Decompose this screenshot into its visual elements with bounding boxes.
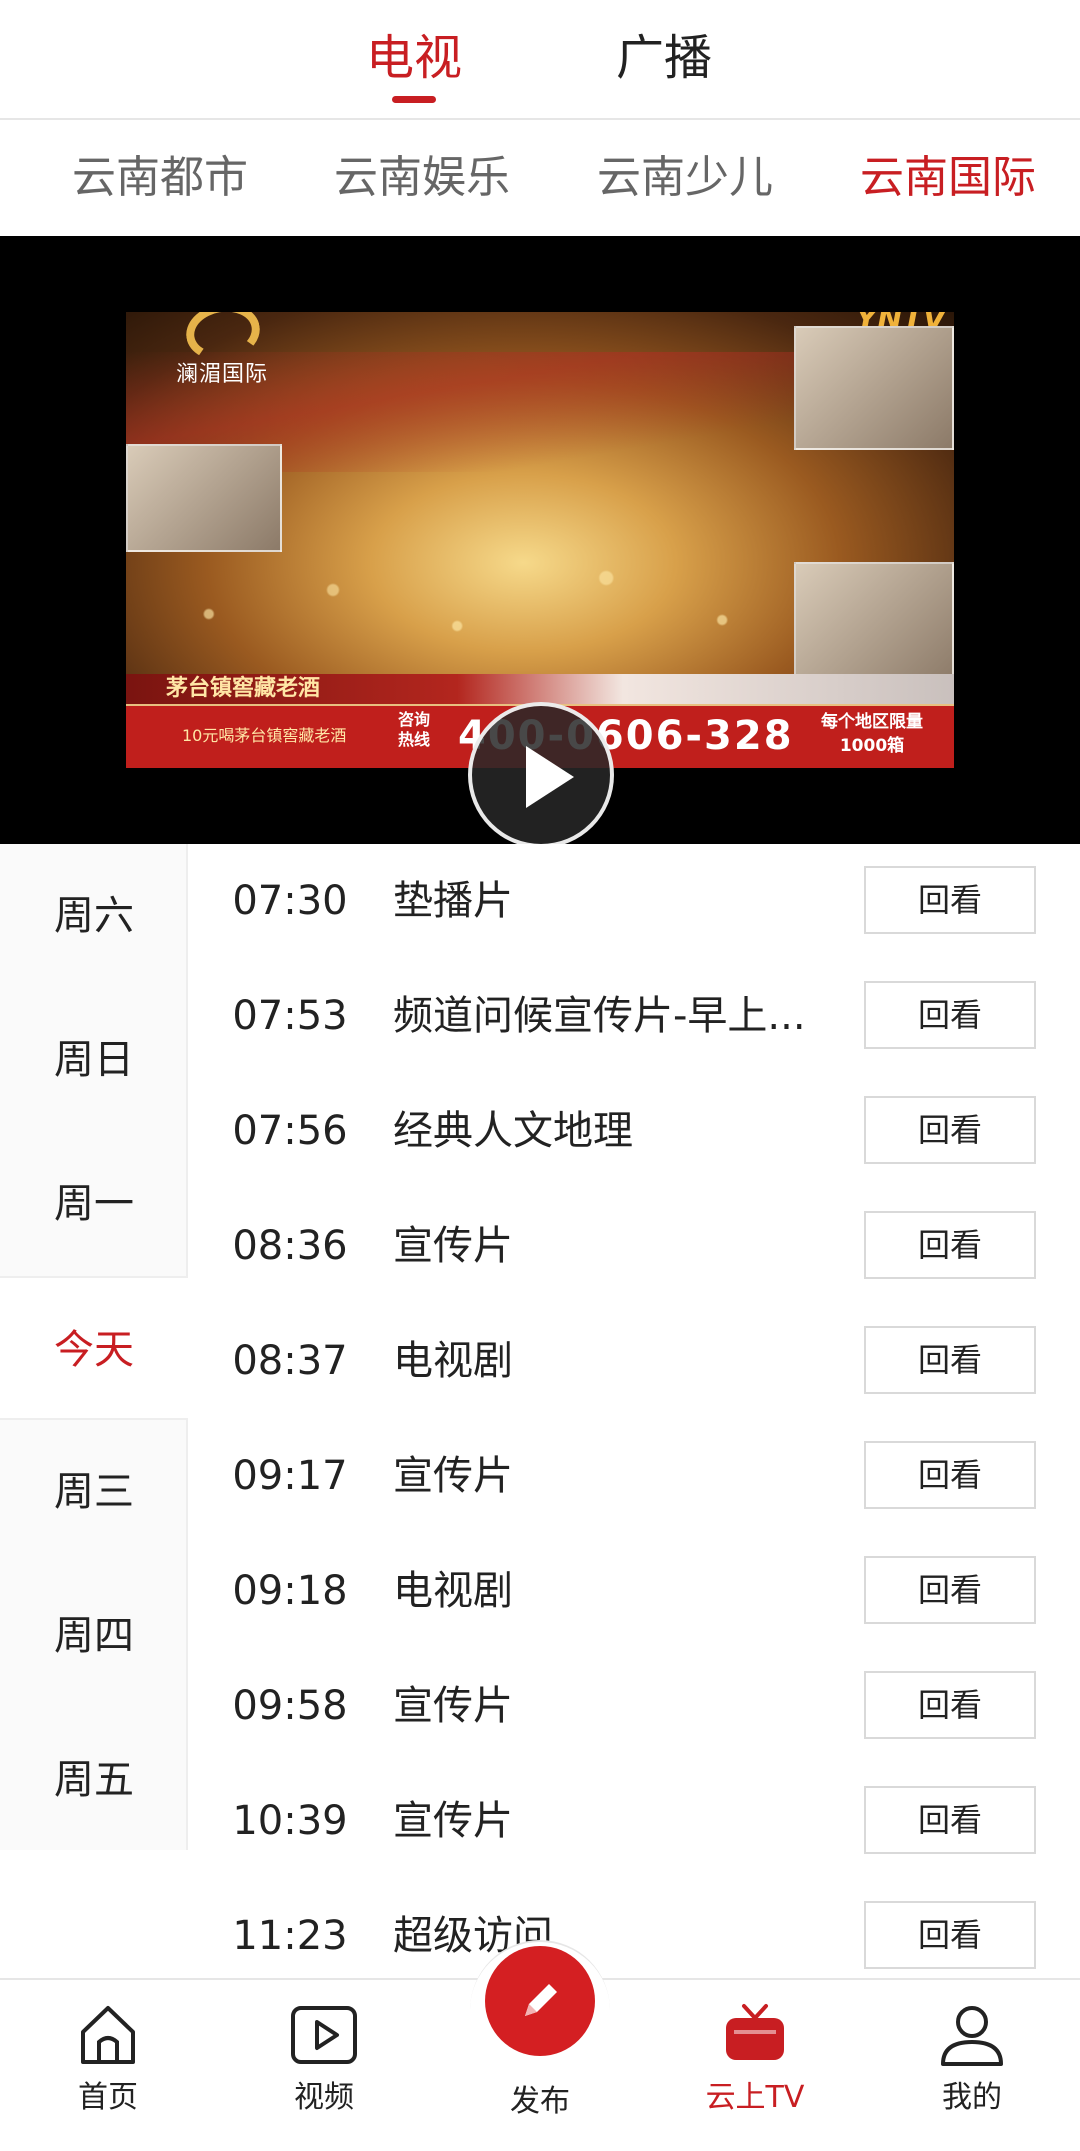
program-time: 09:17: [232, 1453, 348, 1499]
program-title: 宣传片: [393, 1683, 513, 1729]
channel-logo-text: 澜湄国际: [176, 362, 269, 387]
replay-button[interactable]: 回看: [864, 1441, 1036, 1509]
nav-video[interactable]: 视频: [254, 2000, 394, 2116]
ad-title: 茅台镇窖藏老酒: [166, 676, 321, 701]
schedule-row: 07:30 垫播片 回看: [190, 844, 1080, 959]
program-title: 超级访问: [393, 1913, 553, 1959]
ad-note: 每个地区限量1000箱: [821, 712, 923, 756]
replay-button[interactable]: 回看: [864, 866, 1036, 934]
program-time: 08:36: [232, 1223, 348, 1269]
nav-mine[interactable]: 我的: [902, 2000, 1042, 2116]
publish-label: 发布: [510, 2084, 570, 2119]
program-time: 09:18: [232, 1568, 348, 1614]
channel-tab-bar: 云南都市 云南娱乐 云南少儿 云南国际: [0, 122, 1080, 236]
program-title: 电视剧: [393, 1338, 513, 1384]
tab-radio[interactable]: 广播: [616, 28, 712, 88]
replay-button[interactable]: 回看: [864, 1326, 1036, 1394]
nav-home-label: 首页: [78, 2080, 138, 2115]
schedule-row: 10:39 宣传片 回看: [190, 1764, 1080, 1879]
schedule-row: 08:36 宣传片 回看: [190, 1189, 1080, 1304]
tv-icon: [726, 2004, 784, 2060]
active-tab-indicator: [392, 96, 436, 103]
video-player[interactable]: 澜湄国际 YNTV 茅台镇窖藏老酒 10元喝茅台镇窖藏老酒 咨询热线 400-0…: [0, 236, 1080, 844]
schedule-row: 11:23 超级访问 回看: [190, 1879, 1080, 1980]
schedule-row: 09:17 宣传片 回看: [190, 1419, 1080, 1534]
tab-tv[interactable]: 电视: [366, 28, 462, 88]
play-icon: [526, 746, 574, 808]
schedule-row: 07:53 频道问候宣传片-早上... 回看: [190, 959, 1080, 1074]
video-thumb: [794, 326, 954, 450]
channel-tab-yule[interactable]: 云南娱乐: [334, 150, 510, 206]
replay-button[interactable]: 回看: [864, 1786, 1036, 1854]
replay-button[interactable]: 回看: [864, 1211, 1036, 1279]
video-thumb: [126, 444, 282, 552]
program-time: 10:39: [232, 1798, 348, 1844]
program-title: 宣传片: [393, 1798, 513, 1844]
top-tab-bar: 电视 广播: [0, 0, 1080, 120]
channel-tab-dushi[interactable]: 云南都市: [72, 150, 248, 206]
day-selector: 周六 周日 周一 今天 周三 周四 周五: [0, 844, 188, 1850]
replay-button[interactable]: 回看: [864, 1901, 1036, 1969]
day-item-sat[interactable]: 周六: [0, 844, 188, 988]
schedule-row: 08:37 电视剧 回看: [190, 1304, 1080, 1419]
schedule-row: 07:56 经典人文地理 回看: [190, 1074, 1080, 1189]
program-time: 07:56: [232, 1108, 348, 1154]
program-title: 宣传片: [393, 1223, 513, 1269]
program-time: 11:23: [232, 1913, 348, 1959]
schedule-row: 09:58 宣传片 回看: [190, 1649, 1080, 1764]
day-item-today[interactable]: 今天: [0, 1276, 188, 1420]
day-item-wed[interactable]: 周三: [0, 1420, 188, 1564]
nav-home[interactable]: 首页: [38, 2000, 178, 2116]
publish-button[interactable]: [485, 1946, 595, 2056]
schedule-row: 09:18 电视剧 回看: [190, 1534, 1080, 1649]
program-title: 宣传片: [393, 1453, 513, 1499]
video-play-icon: [291, 2006, 357, 2064]
nav-mine-label: 我的: [942, 2080, 1002, 2115]
video-frame: 澜湄国际 YNTV 茅台镇窖藏老酒 10元喝茅台镇窖藏老酒 咨询热线 400-0…: [126, 312, 954, 768]
program-title: 频道问候宣传片-早上...: [393, 993, 806, 1039]
day-item-mon[interactable]: 周一: [0, 1132, 188, 1276]
program-title: 经典人文地理: [393, 1108, 633, 1154]
channel-tab-shaoer[interactable]: 云南少儿: [597, 150, 773, 206]
nav-cloud-tv[interactable]: 云上TV: [685, 2000, 825, 2116]
program-time: 09:58: [232, 1683, 348, 1729]
replay-button[interactable]: 回看: [864, 1096, 1036, 1164]
nav-video-label: 视频: [294, 2080, 354, 2115]
program-time: 07:53: [232, 993, 348, 1039]
program-time: 08:37: [232, 1338, 348, 1384]
channel-tab-guoji[interactable]: 云南国际: [860, 150, 1036, 206]
program-schedule-list[interactable]: 07:30 垫播片 回看 07:53 频道问候宣传片-早上... 回看 07:5…: [190, 844, 1080, 1980]
nav-cloud-tv-label: 云上TV: [705, 2080, 805, 2115]
program-time: 07:30: [232, 878, 348, 924]
video-thumb: [794, 562, 954, 686]
replay-button[interactable]: 回看: [864, 1556, 1036, 1624]
program-title: 垫播片: [393, 878, 513, 924]
replay-button[interactable]: 回看: [864, 1671, 1036, 1739]
replay-button[interactable]: 回看: [864, 981, 1036, 1049]
day-item-thu[interactable]: 周四: [0, 1564, 188, 1708]
ad-consult-label: 咨询热线: [398, 710, 431, 749]
play-button[interactable]: [468, 702, 614, 844]
home-icon: [81, 2006, 135, 2064]
day-item-sun[interactable]: 周日: [0, 988, 188, 1132]
ad-subtitle: 10元喝茅台镇窖藏老酒: [182, 726, 347, 745]
program-title: 电视剧: [393, 1568, 513, 1614]
pencil-icon: [525, 1984, 557, 2016]
day-item-fri[interactable]: 周五: [0, 1708, 188, 1852]
user-icon: [941, 2006, 1003, 2066]
